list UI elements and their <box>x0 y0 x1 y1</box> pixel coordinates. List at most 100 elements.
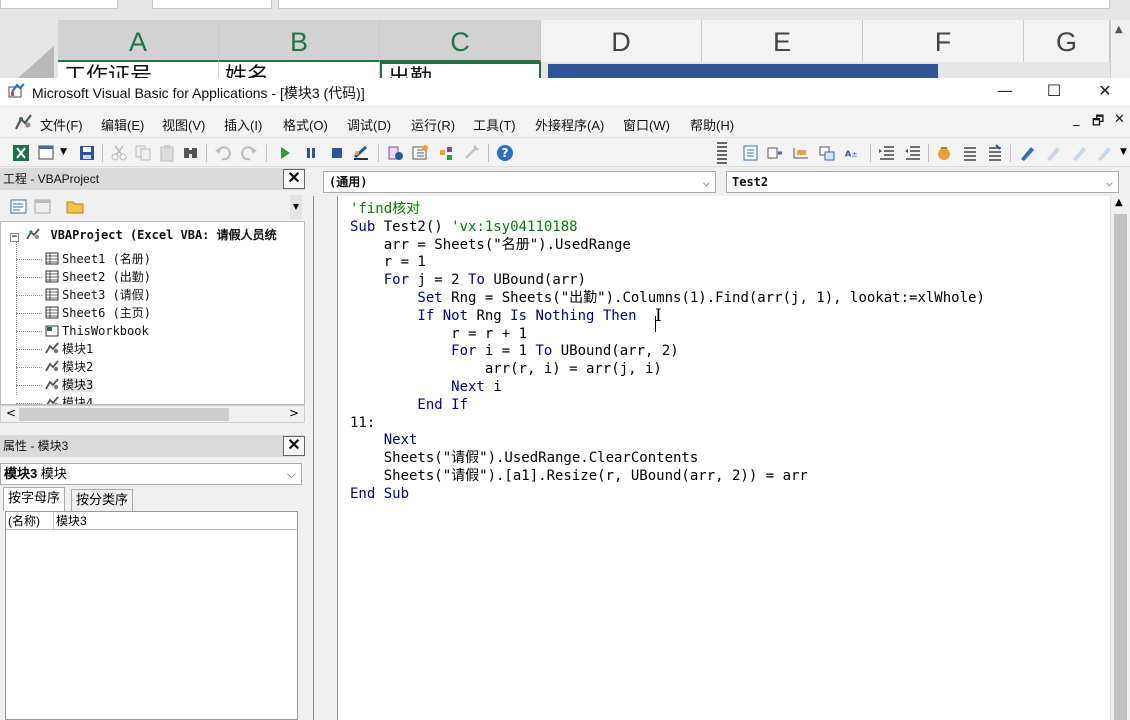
list-properties-icon[interactable] <box>742 144 760 162</box>
toggle-breakpoint-icon[interactable] <box>935 144 953 162</box>
code-line[interactable]: If Not Rng Is Nothing Then <box>350 307 636 325</box>
toolbar-overflow-icon[interactable]: ▼ <box>1120 147 1127 157</box>
code-line[interactable]: Set Rng = Sheets("出勤").Columns(1).Find(a… <box>350 289 984 307</box>
mdi-minimize-button[interactable]: _ <box>1073 112 1080 127</box>
property-row-name[interactable]: (名称) 模块3 <box>6 512 297 530</box>
toggle-bookmark-icon[interactable] <box>1018 144 1036 162</box>
name-box[interactable] <box>0 0 118 9</box>
column-header-a[interactable]: A <box>58 20 219 62</box>
code-line[interactable]: 'find核对 <box>350 200 420 218</box>
reset-icon[interactable] <box>328 144 346 162</box>
cut-icon[interactable] <box>110 144 128 162</box>
code-vertical-scrollbar[interactable]: ▲ <box>1110 196 1130 720</box>
code-line[interactable]: Sub Test2() 'vx:1sy04110188 <box>350 218 578 236</box>
object-select[interactable]: (通用) ⌵ <box>323 171 716 193</box>
cell-b1[interactable]: 姓名 <box>219 62 380 78</box>
quick-info-icon[interactable] <box>792 144 810 162</box>
previous-bookmark-icon[interactable] <box>1070 144 1088 162</box>
comment-block-icon[interactable] <box>961 144 979 162</box>
code-line[interactable]: r = 1 <box>350 253 426 271</box>
mdi-close-button[interactable]: ✕ <box>1114 112 1125 127</box>
outdent-icon[interactable] <box>904 144 922 162</box>
code-line[interactable]: r = r + 1 <box>350 325 527 343</box>
tree-item-vbaproject[interactable]: − VBAProject (Excel VBA: 请假人员统 <box>10 226 277 244</box>
column-header-b[interactable]: B <box>219 20 380 62</box>
indent-icon[interactable] <box>878 144 896 162</box>
toggle-folders-icon[interactable] <box>66 199 84 214</box>
excel-icon[interactable] <box>12 144 30 162</box>
vba-menu-icon[interactable] <box>14 113 34 131</box>
tree-item-module4[interactable]: 模块4 <box>45 394 93 404</box>
cell-d1-fill[interactable] <box>548 64 938 78</box>
menu-insert[interactable]: 插入(I) <box>224 115 262 134</box>
menu-view[interactable]: 视图(V) <box>162 115 205 134</box>
chevron-down-icon[interactable]: ⌵ <box>1106 172 1113 192</box>
minimize-button[interactable]: — <box>982 78 1028 105</box>
column-header-c[interactable]: C <box>380 20 541 62</box>
save-icon[interactable] <box>78 144 96 162</box>
menu-tools[interactable]: 工具(T) <box>473 115 516 134</box>
scroll-thumb[interactable] <box>19 408 229 421</box>
project-pane-close-button[interactable]: ✕ <box>283 169 305 189</box>
tab-alphabetic[interactable]: 按字母序 <box>3 487 66 511</box>
toolbox-icon[interactable] <box>462 144 480 162</box>
properties-pane-close-button[interactable]: ✕ <box>283 436 305 456</box>
tree-item-sheet6[interactable]: Sheet6 (主页) <box>45 304 151 322</box>
uncomment-block-icon[interactable] <box>986 144 1004 162</box>
menu-window[interactable]: 窗口(W) <box>623 115 670 134</box>
project-scroll-icon[interactable]: ▼ <box>290 195 302 219</box>
code-line[interactable]: For j = 2 To UBound(arr) <box>350 271 586 289</box>
menu-file[interactable]: 文件(F) <box>40 115 83 134</box>
column-header-f[interactable]: F <box>863 20 1024 62</box>
tree-item-module3[interactable]: 模块3 <box>45 376 94 394</box>
menu-debug[interactable]: 调试(D) <box>347 115 391 134</box>
code-line[interactable]: Next <box>350 431 418 449</box>
tree-item-module2[interactable]: 模块2 <box>45 358 93 376</box>
run-icon[interactable] <box>276 144 294 162</box>
toolbar-grip[interactable] <box>717 142 727 164</box>
code-editor[interactable]: 'find核对 Sub Test2() 'vx:1sy04110188 arr =… <box>350 200 1110 716</box>
project-horizontal-scrollbar[interactable]: < > <box>0 405 305 423</box>
tree-item-sheet1[interactable]: Sheet1 (名册) <box>45 250 151 268</box>
excel-vertical-scrollbar[interactable]: ▲ <box>1110 20 1130 78</box>
view-code-icon[interactable] <box>10 199 27 214</box>
column-header-g[interactable]: G <box>1024 20 1110 62</box>
close-button[interactable]: ✕ <box>1082 78 1128 105</box>
formula-input[interactable] <box>278 0 1110 9</box>
scroll-thumb[interactable] <box>1114 214 1127 720</box>
tree-item-sheet3[interactable]: Sheet3 (请假) <box>45 286 151 304</box>
undo-icon[interactable] <box>214 144 232 162</box>
code-line[interactable]: Next i <box>350 378 502 396</box>
chevron-down-icon[interactable]: ⌵ <box>703 172 710 192</box>
clear-bookmarks-icon[interactable] <box>1095 144 1113 162</box>
scroll-up-icon[interactable]: ▲ <box>1115 197 1123 208</box>
copy-icon[interactable] <box>134 144 152 162</box>
view-object-icon[interactable] <box>34 199 51 214</box>
help-icon[interactable]: ? <box>496 144 514 162</box>
properties-object-select[interactable]: 模块3 模块 ⌵ <box>0 463 302 485</box>
insert-userform-icon[interactable] <box>38 144 56 162</box>
code-line[interactable]: Sheets("请假").[a1].Resize(r, UBound(arr, … <box>350 467 808 485</box>
object-browser-icon[interactable] <box>437 144 455 162</box>
code-line[interactable]: For i = 1 To UBound(arr, 2) <box>350 342 679 360</box>
menu-run[interactable]: 运行(R) <box>411 115 455 134</box>
design-mode-icon[interactable] <box>352 144 370 162</box>
redo-icon[interactable] <box>240 144 258 162</box>
project-explorer-icon[interactable] <box>386 144 404 162</box>
find-icon[interactable] <box>182 144 200 162</box>
code-line[interactable]: End Sub <box>350 485 409 503</box>
next-bookmark-icon[interactable] <box>1044 144 1062 162</box>
menu-edit[interactable]: 编辑(E) <box>101 115 144 134</box>
tab-categorized[interactable]: 按分类序 <box>71 489 134 511</box>
procedure-select[interactable]: Test2 ⌵ <box>726 171 1119 193</box>
collapse-icon[interactable]: − <box>10 233 19 242</box>
cell-c1[interactable]: 出勤 <box>380 62 541 78</box>
complete-word-icon[interactable]: A ± <box>844 144 862 162</box>
menu-addins[interactable]: 外接程序(A) <box>535 115 604 134</box>
cell-a1[interactable]: 工作证号 <box>58 62 219 78</box>
tree-item-sheet2[interactable]: Sheet2 (出勤) <box>45 268 151 286</box>
mdi-restore-button[interactable]: 🗗 <box>1092 112 1104 134</box>
scroll-up-icon[interactable]: ▲ <box>1115 24 1123 35</box>
scroll-left-icon[interactable]: < <box>6 406 16 420</box>
tree-item-thisworkbook[interactable]: ThisWorkbook <box>45 322 149 340</box>
